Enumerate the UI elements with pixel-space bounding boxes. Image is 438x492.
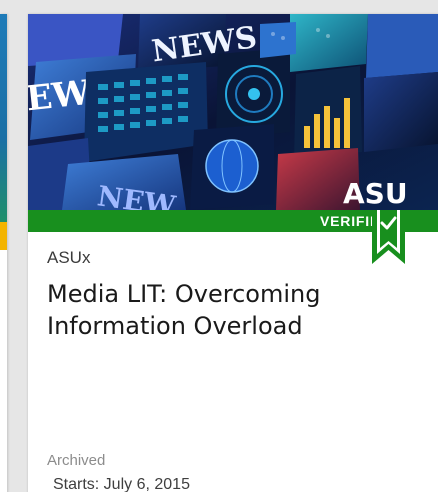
verified-ribbon-icon bbox=[372, 210, 405, 264]
course-status: Archived bbox=[47, 452, 106, 469]
previous-course-card[interactable] bbox=[0, 14, 7, 492]
asu-logo: ASU bbox=[343, 177, 408, 210]
course-card[interactable]: NEWS EWS NEW ASU VERIFIED ASUx Media LIT… bbox=[28, 14, 438, 492]
course-image[interactable]: NEWS EWS NEW ASU bbox=[28, 14, 438, 210]
course-title[interactable]: Media LIT: Overcoming Information Overlo… bbox=[47, 278, 417, 342]
previous-course-band bbox=[0, 222, 7, 250]
course-carousel: NEWS EWS NEW ASU VERIFIED ASUx Media LIT… bbox=[0, 0, 438, 492]
previous-course-image bbox=[0, 14, 7, 222]
news-screens-image: NEWS EWS NEW ASU bbox=[28, 14, 438, 210]
course-start-date: Starts: July 6, 2015 bbox=[53, 476, 190, 492]
